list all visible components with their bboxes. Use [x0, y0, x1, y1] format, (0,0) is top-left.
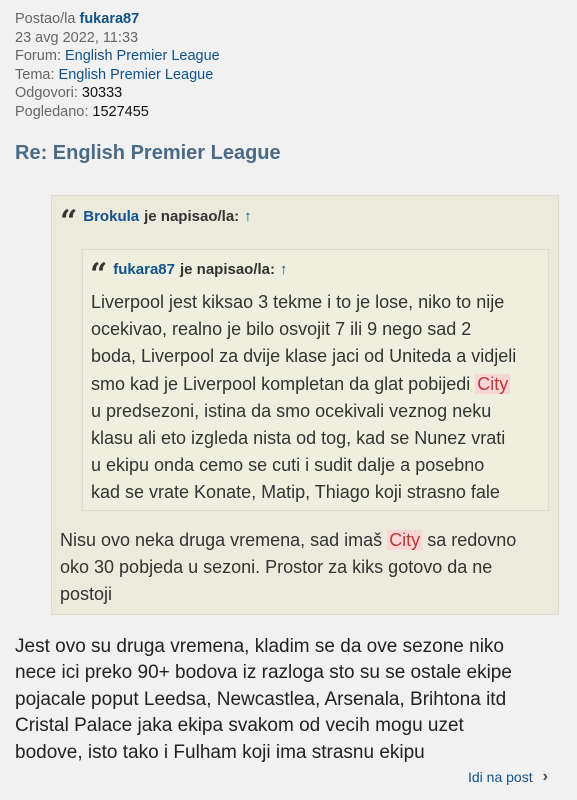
inner-quote-jump-icon[interactable]: ↑	[280, 261, 288, 278]
goto-post-label: Idi na post	[468, 769, 533, 785]
outer-quote-author[interactable]: Brokula	[83, 208, 139, 225]
text-line: klasu ali eto izgleda nista od tog, kad …	[91, 428, 506, 449]
text-line: smo kad je Liverpool kompletan da glat p…	[91, 371, 516, 398]
text-line: oko 30 pobjeda u sezoni. Prostor za kiks…	[60, 557, 493, 578]
text-line: ocekivao, realno je bilo osvojit 7 ili 9…	[91, 319, 472, 340]
author-label: Postao/la	[15, 11, 76, 27]
author-link[interactable]: fukara87	[80, 11, 140, 27]
text-line: pojacale poput Leedsa, Newcastlea, Arsen…	[15, 688, 507, 710]
inner-quote-author[interactable]: fukara87	[113, 261, 175, 278]
forum-link[interactable]: English Premier League	[65, 48, 220, 64]
text-line: nece ici preko 90+ bodova iz razloga sto…	[15, 662, 512, 684]
quote-icon: “	[60, 204, 78, 239]
text-line: Cristal Palace jaka ekipa svakom od veci…	[15, 715, 464, 737]
highlighted-term: City	[387, 530, 423, 550]
chevron-right-icon: ›	[542, 768, 548, 785]
views-row: Pogledano: 1527455	[15, 103, 220, 122]
highlighted-term: City	[475, 373, 511, 394]
post-title[interactable]: Re: English Premier League	[15, 142, 281, 165]
text-line: kad se vrate Konate, Matip, Thiago koji …	[91, 482, 500, 503]
topic-label: Tema:	[15, 66, 55, 83]
outer-quote-suffix: je napisao/la:	[144, 207, 240, 225]
text-line: Liverpool jest kiksao 3 tekme i to je lo…	[91, 292, 505, 312]
inner-quote-suffix: je napisao/la:	[179, 260, 276, 278]
post-date: 23 avg 2022, 11:33	[15, 29, 139, 46]
inner-quote-text: Liverpool jest kiksao 3 tekme i to je lo…	[91, 289, 516, 507]
text-line: bodove, isto tako i Fulham koji ima stra…	[15, 741, 425, 763]
outer-quote-jump-icon[interactable]: ↑	[244, 208, 252, 225]
author-row: Postao/la fukara87	[15, 10, 220, 29]
inner-quote-header: “ fukara87 je napisao/la: ↑	[90, 254, 288, 290]
post-meta: Postao/la fukara87 23 avg 2022, 11:33 Fo…	[15, 10, 220, 122]
text-segment: smo kad je Liverpool kompletan da glat p…	[91, 373, 471, 394]
outer-quote: “ Brokula je napisao/la: ↑ “ fukara87 je…	[51, 195, 559, 615]
text-line: boda, Liverpool za dvije klase jaci od U…	[91, 346, 517, 367]
forum-row: Forum: English Premier League	[15, 47, 220, 66]
outer-quote-header: “ Brokula je napisao/la: ↑	[60, 201, 252, 237]
quote-icon: “	[90, 257, 108, 292]
text-line: Jest ovo su druga vremena, kladim se da …	[15, 636, 504, 657]
text-line: u predsezoni, istina da smo ocekivali ve…	[91, 400, 492, 421]
text-line: postoji	[60, 584, 113, 605]
text-segment: Nisu ovo neka druga vremena, sad imaš	[60, 530, 383, 550]
topic-link[interactable]: English Premier League	[59, 67, 214, 83]
post-body: Jest ovo su druga vremena, kladim se da …	[15, 634, 512, 766]
text-line: Nisu ovo neka druga vremena, sad imaš Ci…	[60, 527, 516, 554]
inner-quote: “ fukara87 je napisao/la: ↑ Liverpool je…	[82, 249, 549, 511]
replies-label: Odgovori:	[15, 85, 78, 102]
goto-post-link[interactable]: Idi na post ›	[468, 768, 548, 786]
views-count: 1527455	[92, 103, 149, 120]
replies-row: Odgovori: 30333	[15, 84, 220, 103]
forum-label: Forum:	[15, 48, 61, 65]
replies-count: 30333	[81, 85, 123, 102]
views-label: Pogledano:	[15, 103, 89, 120]
topic-row: Tema: English Premier League	[15, 66, 220, 85]
text-segment: sa redovno	[427, 530, 517, 550]
outer-quote-text: Nisu ovo neka druga vremena, sad imaš Ci…	[60, 527, 516, 609]
text-line: u ekipu onda cemo se cuti i sudit dalje …	[91, 455, 485, 476]
